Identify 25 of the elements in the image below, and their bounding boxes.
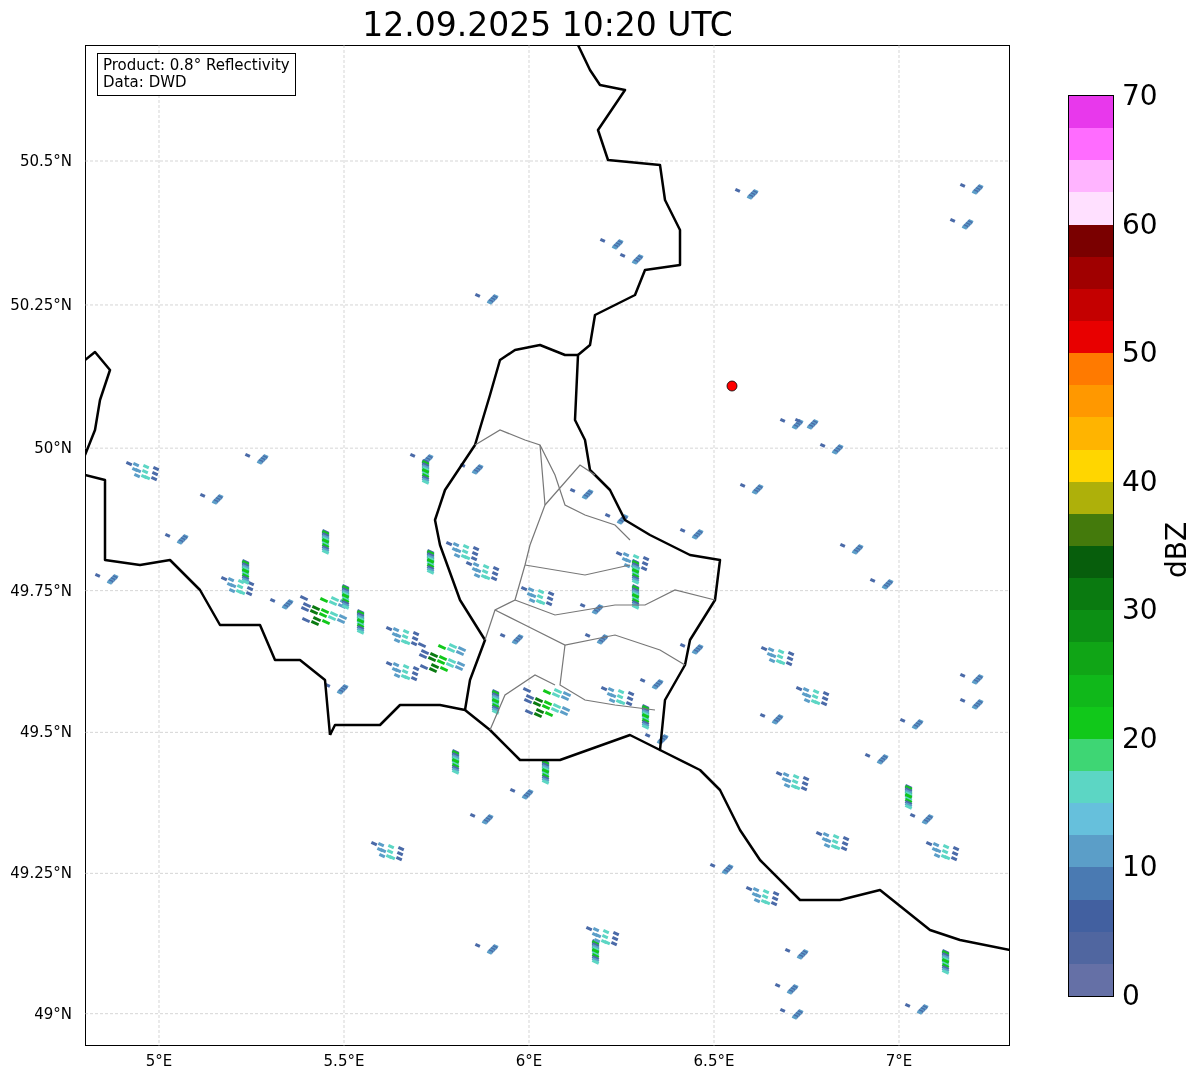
colorbar-tick-label: 70	[1122, 81, 1158, 111]
x-tick-label: 6°E	[515, 1052, 543, 1070]
colorbar-tick-label: 30	[1122, 595, 1158, 626]
y-tick-label: 49.5°N	[19, 723, 72, 742]
y-tick-label: 50.25°N	[10, 295, 72, 314]
colorbar-tick-label: 40	[1122, 466, 1158, 497]
x-tick-label: 7°E	[885, 1052, 913, 1070]
y-tick-label: 49.75°N	[10, 581, 72, 600]
chart-title: 12.09.2025 10:20 UTC	[361, 6, 734, 44]
colorbar-tick-label: 50	[1122, 338, 1158, 369]
x-tick-label: 6.5°E	[693, 1052, 735, 1070]
y-tick-label: 49°N	[34, 1004, 72, 1023]
info-text: Data: DWD	[103, 74, 188, 91]
x-tick-label: 5.5°E	[323, 1052, 365, 1070]
x-tick-label: 5°E	[145, 1052, 173, 1070]
colorbar-tick-label: 10	[1122, 852, 1158, 883]
colorbar-label: dBZ	[1160, 521, 1193, 578]
colorbar-tick-label: 0	[1122, 981, 1140, 1011]
y-tick-label: 50.5°N	[19, 152, 72, 170]
colorbar-tick-label: 60	[1122, 209, 1158, 240]
location-marker-icon	[726, 380, 738, 392]
info-text: Product: 0.8° Reflectivity	[103, 57, 290, 74]
y-tick-label: 50°N	[34, 439, 72, 458]
y-tick-label: 49.25°N	[10, 864, 72, 883]
colorbar-tick-label: 20	[1122, 723, 1158, 754]
